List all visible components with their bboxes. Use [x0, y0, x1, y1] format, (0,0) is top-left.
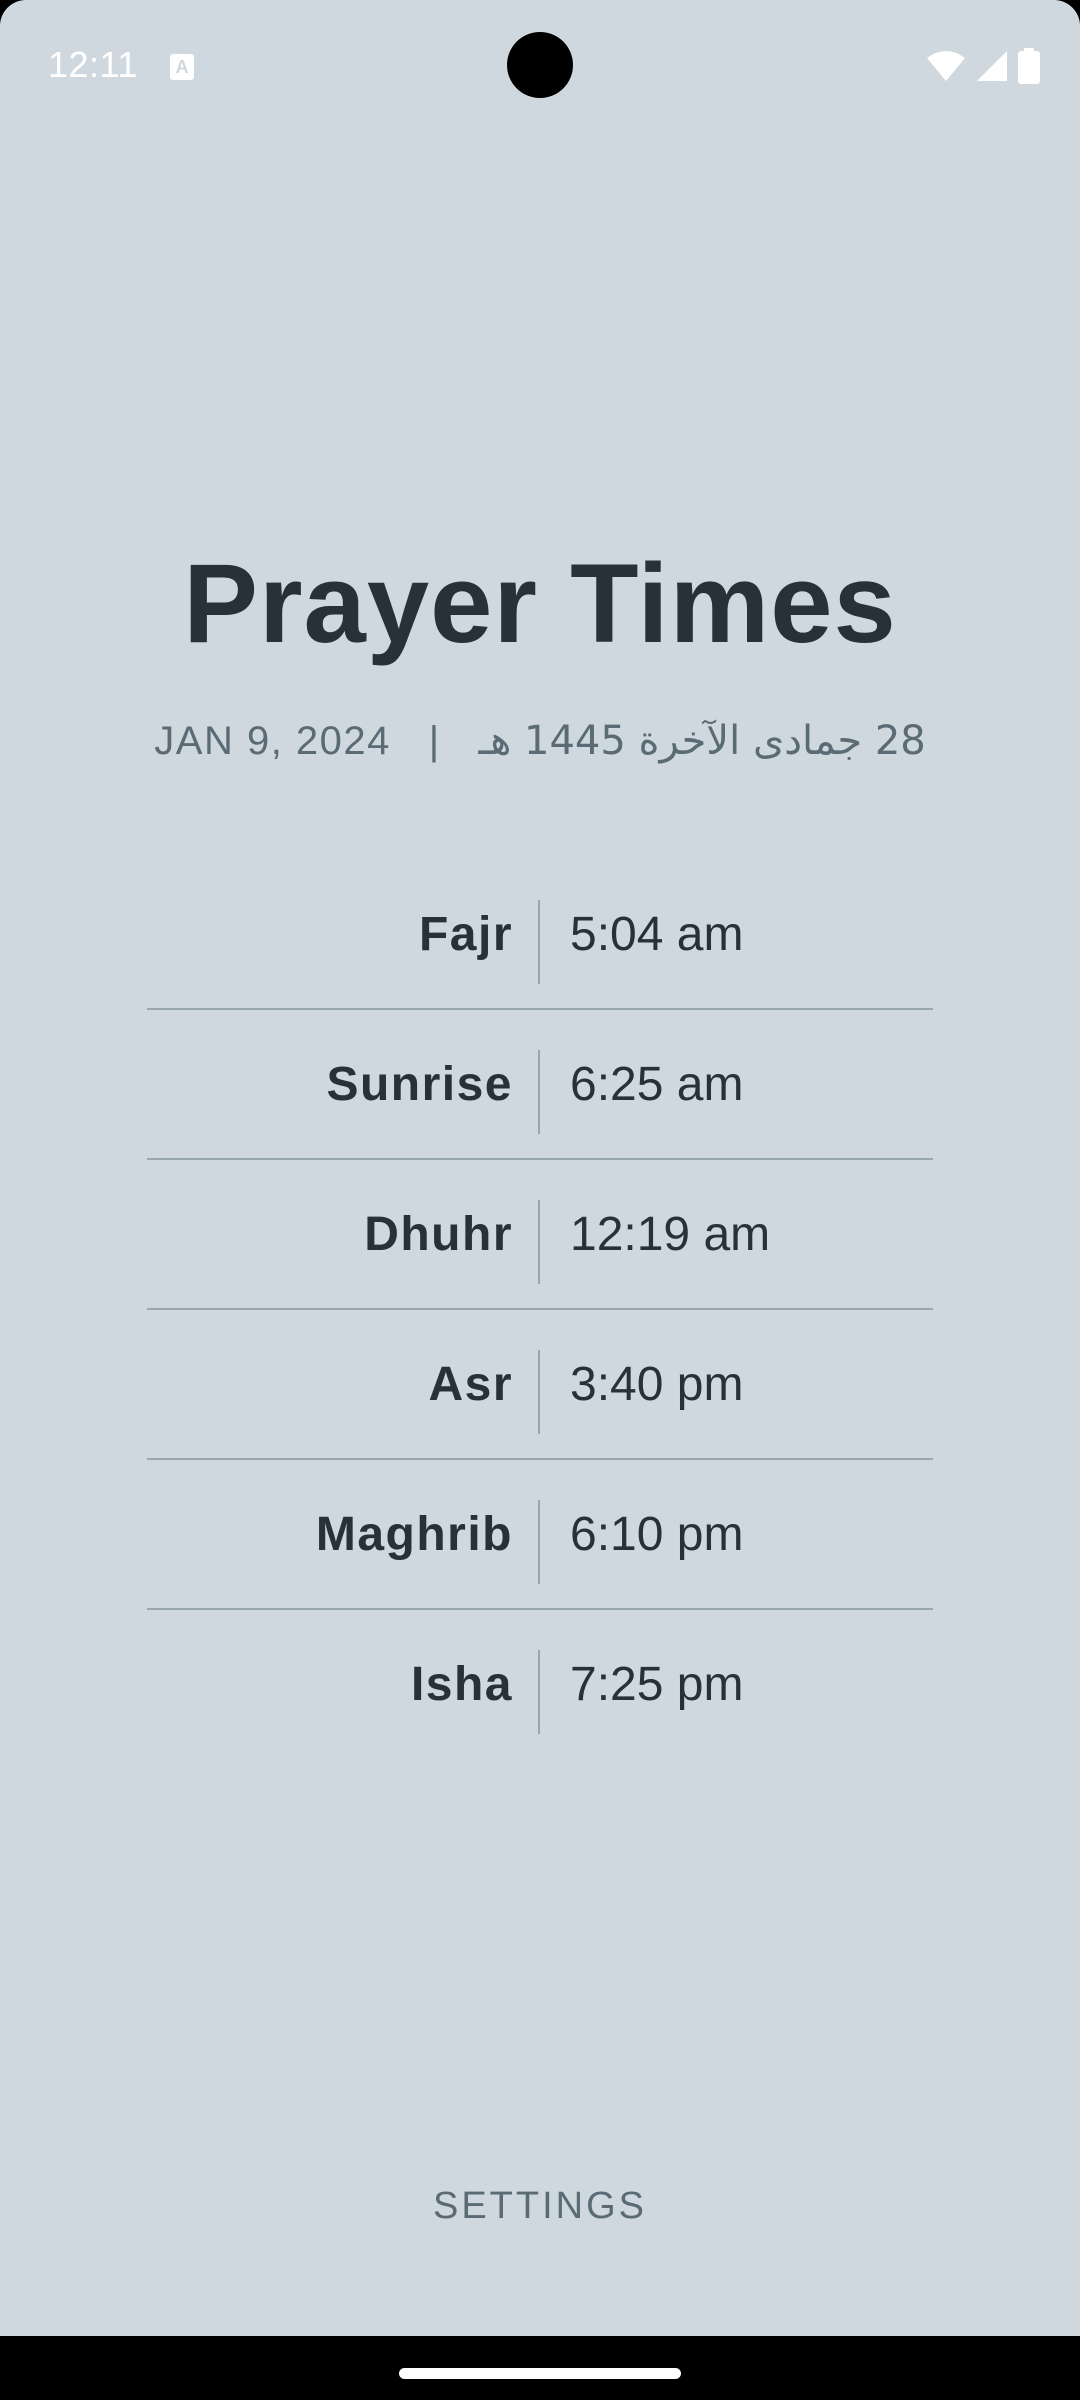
prayer-row-asr: Asr 3:40 pm	[147, 1310, 933, 1460]
prayer-time: 6:10 pm	[570, 1508, 744, 1561]
prayer-name: Isha	[410, 1658, 513, 1711]
column-divider	[538, 1200, 540, 1284]
status-icons	[926, 46, 1040, 86]
navigation-bar	[0, 2336, 1080, 2400]
column-divider	[538, 1500, 540, 1584]
date-separator: |	[428, 719, 441, 763]
column-divider	[538, 900, 540, 984]
prayer-row-isha: Isha 7:25 pm	[147, 1610, 933, 1760]
prayer-row-fajr: Fajr 5:04 am	[147, 860, 933, 1010]
prayer-name: Dhuhr	[364, 1208, 513, 1261]
prayer-name: Fajr	[418, 908, 513, 961]
prayer-name: Maghrib	[315, 1508, 513, 1561]
prayer-row-maghrib: Maghrib 6:10 pm	[147, 1460, 933, 1610]
prayer-row-dhuhr: Dhuhr 12:19 am	[147, 1160, 933, 1310]
column-divider	[538, 1050, 540, 1134]
signal-icon	[976, 50, 1008, 82]
page-title: Prayer Times	[183, 541, 897, 666]
app-screen: 12:11 A Prayer Times JAN 9, 2024 | 28 جم…	[0, 0, 1080, 2336]
gregorian-date: JAN 9, 2024	[154, 719, 391, 763]
prayer-times-table: Fajr 5:04 am Sunrise 6:25 am Dhuhr 12:19…	[147, 860, 933, 1760]
prayer-time: 12:19 am	[570, 1208, 771, 1261]
prayer-time: 3:40 pm	[570, 1358, 744, 1411]
prayer-name: Sunrise	[326, 1058, 513, 1111]
battery-icon	[1018, 48, 1040, 84]
date-line: JAN 9, 2024 | 28 جمادى الآخرة 1445 هـ	[0, 716, 1080, 766]
keyboard-a-icon: A	[170, 54, 194, 80]
settings-button[interactable]: SETTINGS	[390, 2170, 690, 2242]
column-divider	[538, 1350, 540, 1434]
status-time: 12:11	[48, 44, 138, 85]
prayer-time: 7:25 pm	[570, 1658, 744, 1711]
home-indicator[interactable]	[399, 2368, 681, 2379]
column-divider	[538, 1650, 540, 1734]
camera-cutout	[507, 32, 573, 98]
prayer-name: Asr	[428, 1358, 513, 1411]
status-bar: 12:11 A	[0, 0, 1080, 132]
prayer-time: 6:25 am	[570, 1058, 744, 1111]
wifi-icon	[926, 50, 966, 82]
prayer-row-sunrise: Sunrise 6:25 am	[147, 1010, 933, 1160]
prayer-time: 5:04 am	[570, 908, 744, 961]
hijri-date: 28 جمادى الآخرة 1445 هـ	[478, 718, 926, 764]
